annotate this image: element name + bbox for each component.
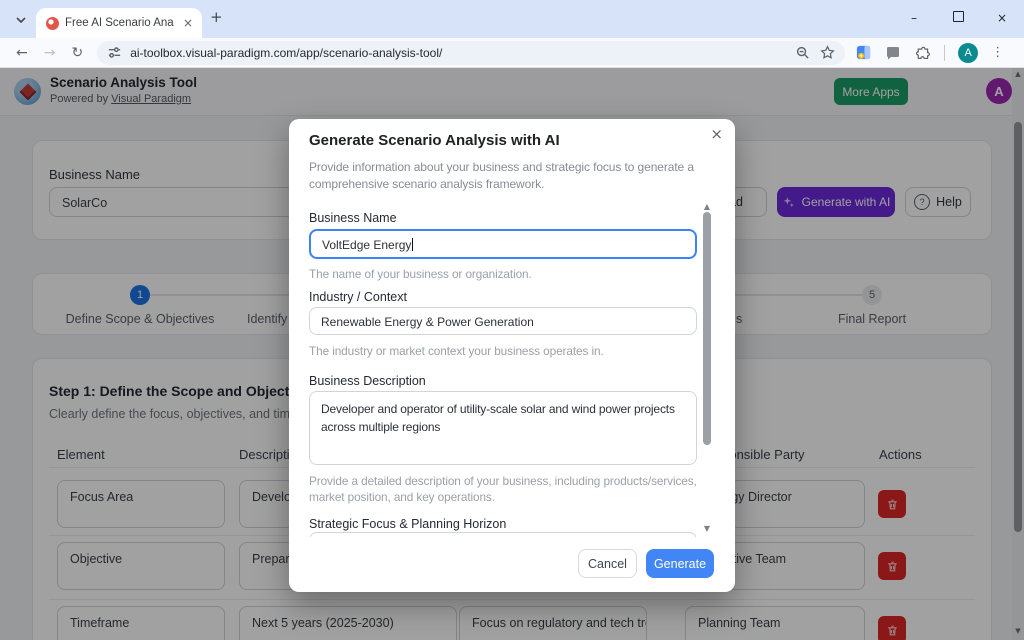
browser-tab[interactable]: Free AI Scenario Analysis Tool - ×	[36, 8, 202, 38]
modal-business-name-value: VoltEdge Energy	[322, 238, 412, 252]
reload-button[interactable]: ↻	[71, 46, 83, 60]
new-tab-button[interactable]: +	[210, 10, 223, 25]
window-maximize-button[interactable]	[936, 11, 980, 25]
bookmark-star-icon[interactable]	[820, 45, 835, 60]
side-panel-icon[interactable]	[855, 44, 872, 61]
chevron-down-icon	[16, 17, 26, 23]
generate-scenario-modal: × Generate Scenario Analysis with AI Pro…	[289, 119, 735, 592]
modal-description: Provide information about your business …	[309, 160, 694, 192]
modal-business-description-textarea[interactable]: Developer and operator of utility-scale …	[309, 391, 697, 465]
modal-scroll-up-icon[interactable]: ▲	[702, 203, 712, 211]
back-button[interactable]: ←	[16, 46, 28, 60]
zoom-out-icon[interactable]	[795, 45, 810, 60]
modal-strategic-focus-label: Strategic Focus & Planning Horizon	[309, 517, 507, 531]
extensions-puzzle-icon[interactable]	[914, 44, 931, 61]
browser-toolbar: ← → ↻ ai-toolbox.visual-paradigm.com/app…	[0, 38, 1024, 68]
generate-button[interactable]: Generate	[646, 549, 714, 578]
toolbar-extensions-area: A ⋮	[855, 42, 1004, 63]
modal-close-icon[interactable]: ×	[710, 127, 723, 142]
browser-titlebar: Free AI Scenario Analysis Tool - × + – ×	[0, 0, 1024, 38]
window-close-button[interactable]: ×	[980, 12, 1024, 24]
modal-strategic-focus-input[interactable]	[309, 532, 697, 537]
cancel-button[interactable]: Cancel	[578, 549, 637, 578]
tab-search-button[interactable]	[8, 9, 34, 31]
modal-business-name-help: The name of your business or organizatio…	[309, 267, 532, 281]
forward-button[interactable]: →	[44, 46, 56, 60]
browser-menu-button[interactable]: ⋮	[991, 46, 1004, 59]
tab-title: Free AI Scenario Analysis Tool -	[65, 17, 174, 29]
tab-close-icon[interactable]: ×	[180, 16, 196, 30]
site-settings-icon[interactable]	[107, 45, 122, 60]
modal-scroll-down-icon[interactable]: ▼	[702, 525, 712, 533]
modal-industry-input[interactable]: Renewable Energy & Power Generation	[309, 307, 697, 335]
text-caret	[412, 238, 414, 251]
modal-business-description-label: Business Description	[309, 374, 426, 388]
modal-form-scroll-area: Business Name VoltEdge Energy The name o…	[289, 199, 735, 537]
page-content: Scenario Analysis Tool Powered by Visual…	[0, 68, 1024, 640]
window-minimize-button[interactable]: –	[892, 12, 936, 24]
modal-business-description-help: Provide a detailed description of your b…	[309, 474, 697, 504]
toolbar-divider	[944, 44, 946, 61]
browser-profile-avatar[interactable]: A	[958, 42, 979, 63]
modal-business-name-input[interactable]: VoltEdge Energy	[309, 229, 697, 259]
modal-scrollbar-thumb[interactable]	[703, 212, 711, 445]
modal-title: Generate Scenario Analysis with AI	[309, 132, 560, 149]
url-text: ai-toolbox.visual-paradigm.com/app/scena…	[130, 45, 443, 60]
url-bar[interactable]: ai-toolbox.visual-paradigm.com/app/scena…	[97, 40, 846, 65]
modal-industry-label: Industry / Context	[309, 290, 407, 304]
modal-business-name-label: Business Name	[309, 211, 397, 225]
extension-gray-icon[interactable]	[885, 45, 901, 61]
maximize-icon	[952, 11, 964, 22]
modal-industry-help: The industry or market context your busi…	[309, 344, 604, 358]
tab-favicon-icon	[46, 16, 59, 30]
window-controls: – ×	[892, 0, 1024, 36]
browser-window: Free AI Scenario Analysis Tool - × + – ×…	[0, 0, 1024, 640]
